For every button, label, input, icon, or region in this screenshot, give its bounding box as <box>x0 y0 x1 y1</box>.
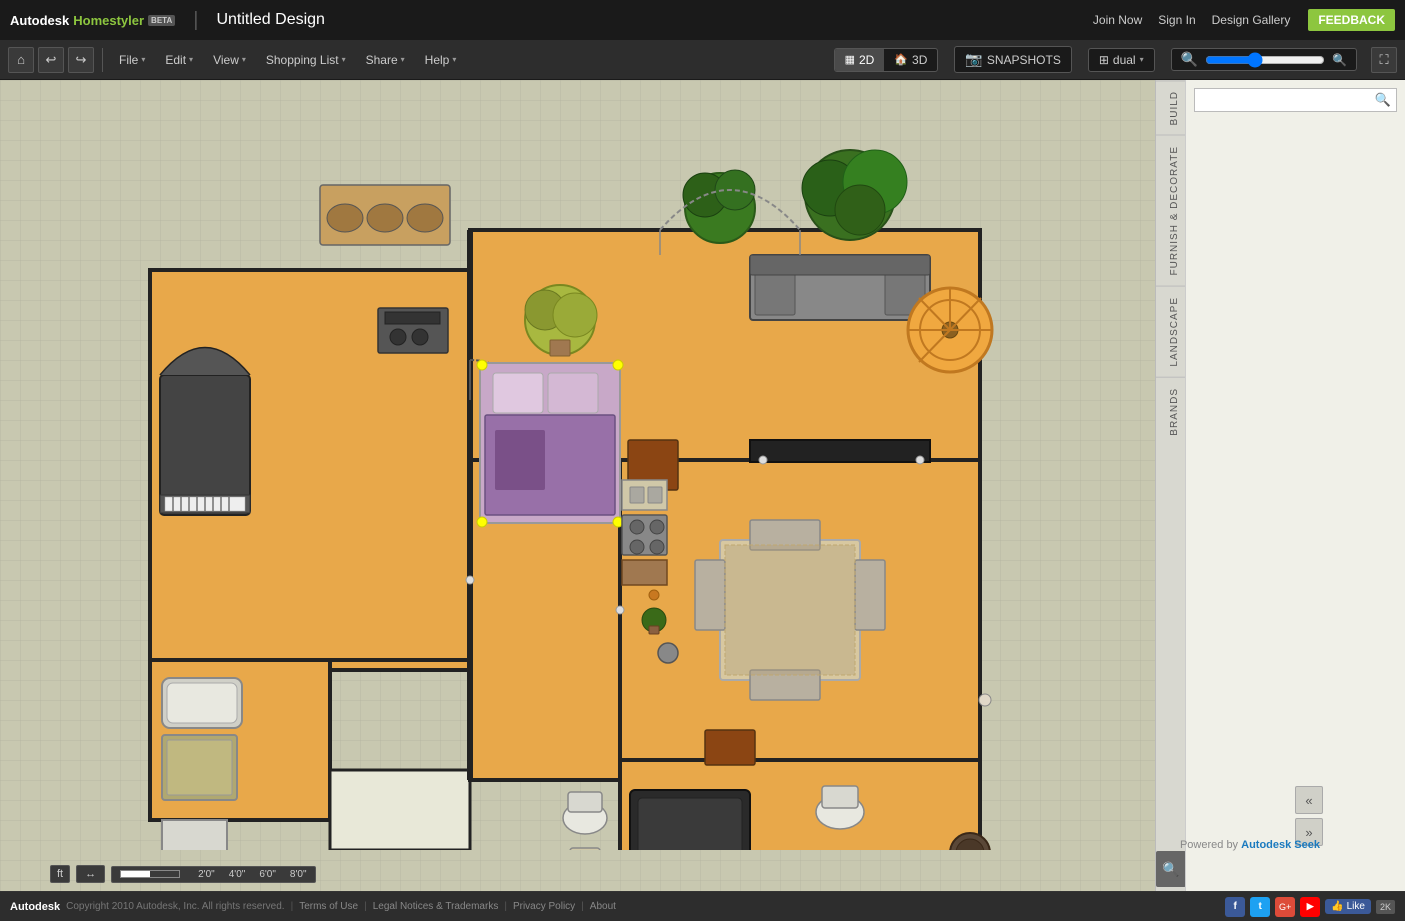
scale-mark-1: 2'0" <box>198 869 215 880</box>
design-gallery-link[interactable]: Design Gallery <box>1212 13 1291 27</box>
search-submit-button[interactable]: 🔍 <box>1375 92 1391 108</box>
snapshots-button[interactable]: 📷 SNAPSHOTS <box>954 46 1071 73</box>
like-button[interactable]: 👍 Like <box>1325 899 1371 914</box>
view-toggle-group: ▦ 2D 🏠 3D <box>834 48 939 72</box>
sign-in-link[interactable]: Sign In <box>1158 13 1195 27</box>
camera-icon: 📷 <box>965 51 982 68</box>
help-menu[interactable]: Help ▾ <box>417 49 465 71</box>
join-now-link[interactable]: Join Now <box>1093 13 1142 27</box>
search-box-container: 🔍 <box>1194 88 1397 112</box>
youtube-icon[interactable]: ▶ <box>1300 897 1320 917</box>
view-arrow: ▾ <box>242 55 246 64</box>
like-thumb-icon: 👍 <box>1331 901 1343 912</box>
ruler-icon: ↔ <box>85 868 96 880</box>
furnish-tab[interactable]: FURNISH & DECORATE <box>1156 135 1185 286</box>
sidebar-search-icon[interactable]: 🔍 <box>1156 851 1186 887</box>
toolbar-divider-1 <box>102 48 103 72</box>
other-social-icon[interactable]: G+ <box>1275 897 1295 917</box>
autodesk-logo: Autodesk Homestyler BETA <box>10 13 175 28</box>
project-title[interactable]: Untitled Design <box>216 11 325 29</box>
toolbar: ⌂ ↩ ↪ File ▾ Edit ▾ View ▾ Shopping List… <box>0 40 1405 80</box>
sep3: | <box>504 901 507 912</box>
powered-by: Powered by Autodesk Seek <box>1180 839 1320 851</box>
sidebar-tabs: BUILD FURNISH & DECORATE LANDSCAPE BRAND… <box>1155 80 1185 891</box>
scale-mark-4: 8'0" <box>290 869 307 880</box>
twitter-icon[interactable]: t <box>1250 897 1270 917</box>
dual-button[interactable]: ⊞ dual ▾ <box>1088 48 1155 72</box>
edit-arrow: ▾ <box>189 55 193 64</box>
footer: Autodesk Copyright 2010 Autodesk, Inc. A… <box>0 891 1405 921</box>
scale-marks: 2'0" 4'0" 6'0" 8'0" <box>111 866 315 883</box>
sep4: | <box>581 901 584 912</box>
zoom-control: 🔍 🔍 <box>1171 48 1357 71</box>
main-content: ft ↔ 2'0" 4'0" 6'0" 8'0" BUILD FURNISH & <box>0 80 1405 891</box>
top-bar-left: Autodesk Homestyler BETA | Untitled Desi… <box>10 9 325 32</box>
view-3d-button[interactable]: 🏠 3D <box>884 49 937 71</box>
panel-nav: « » <box>1295 786 1323 846</box>
file-arrow: ▾ <box>141 55 145 64</box>
view-menu[interactable]: View ▾ <box>205 49 254 71</box>
undo-button[interactable]: ↩ <box>38 47 64 73</box>
edit-menu[interactable]: Edit ▾ <box>157 49 201 71</box>
build-tab[interactable]: BUILD <box>1156 80 1185 135</box>
floor-plan-svg <box>130 100 1000 850</box>
ruler-button[interactable]: ↔ <box>76 865 105 883</box>
brands-tab[interactable]: BRANDS <box>1156 377 1185 446</box>
right-panel: BUILD FURNISH & DECORATE LANDSCAPE BRAND… <box>1155 80 1405 891</box>
sep1: | <box>291 901 294 912</box>
about-link[interactable]: About <box>590 901 616 912</box>
autodesk-seek-link[interactable]: Autodesk Seek <box>1241 839 1320 851</box>
landscape-tab[interactable]: LANDSCAPE <box>1156 286 1185 377</box>
facebook-icon[interactable]: f <box>1225 897 1245 917</box>
scale-ruler: ft ↔ 2'0" 4'0" 6'0" 8'0" <box>50 865 316 883</box>
shopping-arrow: ▾ <box>342 55 346 64</box>
terms-link[interactable]: Terms of Use <box>299 901 358 912</box>
top-bar-right: Join Now Sign In Design Gallery FEEDBACK <box>1093 9 1395 31</box>
zoom-in-button[interactable]: 🔍 <box>1329 53 1350 67</box>
home-button[interactable]: ⌂ <box>8 47 34 73</box>
units-button[interactable]: ft <box>50 865 70 883</box>
layers-icon: ⊞ <box>1099 53 1109 67</box>
homestyler-text: Homestyler <box>73 13 144 28</box>
like-count-badge: 2K <box>1376 900 1395 914</box>
help-arrow: ▾ <box>452 55 456 64</box>
share-arrow: ▾ <box>401 55 405 64</box>
autodesk-text: Autodesk <box>10 13 69 28</box>
footer-left: Autodesk Copyright 2010 Autodesk, Inc. A… <box>10 901 616 913</box>
beta-badge: BETA <box>148 15 175 26</box>
sep2: | <box>364 901 367 912</box>
dual-arrow: ▾ <box>1140 55 1144 64</box>
fullscreen-button[interactable]: ⛶ <box>1371 47 1397 73</box>
feedback-button[interactable]: FEEDBACK <box>1308 9 1395 31</box>
autodesk-footer-logo: Autodesk <box>10 901 60 913</box>
redo-button[interactable]: ↪ <box>68 47 94 73</box>
legal-link[interactable]: Legal Notices & Trademarks <box>373 901 499 912</box>
copyright-text: Copyright 2010 Autodesk, Inc. All rights… <box>66 901 284 912</box>
top-bar: Autodesk Homestyler BETA | Untitled Desi… <box>0 0 1405 40</box>
zoom-out-button[interactable]: 🔍 <box>1178 51 1201 68</box>
privacy-link[interactable]: Privacy Policy <box>513 901 575 912</box>
share-menu[interactable]: Share ▾ <box>358 49 413 71</box>
view-2d-button[interactable]: ▦ 2D <box>835 49 885 71</box>
zoom-slider[interactable] <box>1205 52 1325 68</box>
scale-mark-3: 6'0" <box>259 869 276 880</box>
top-divider: | <box>193 9 198 32</box>
collapse-up-button[interactable]: « <box>1295 786 1323 814</box>
search-panel: 🔍 <box>1185 80 1405 891</box>
scale-mark-2: 4'0" <box>229 869 246 880</box>
file-menu[interactable]: File ▾ <box>111 49 153 71</box>
footer-right: f t G+ ▶ 👍 Like 2K <box>1225 897 1395 917</box>
canvas-area[interactable]: ft ↔ 2'0" 4'0" 6'0" 8'0" <box>0 80 1155 891</box>
shopping-list-menu[interactable]: Shopping List ▾ <box>258 49 354 71</box>
search-input[interactable] <box>1200 93 1375 107</box>
